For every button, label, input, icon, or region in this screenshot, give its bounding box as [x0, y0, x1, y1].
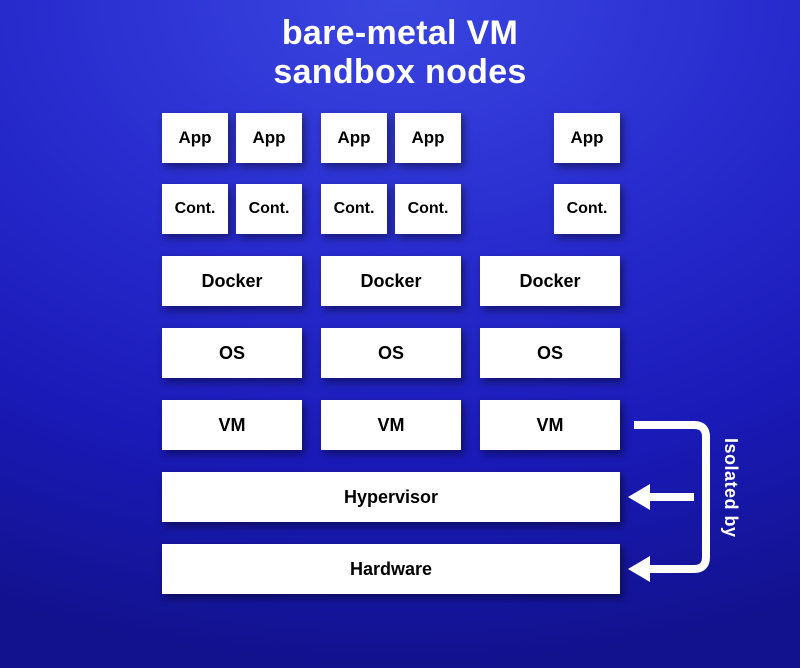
container-label: Cont. — [334, 200, 375, 218]
os-box-1: OS — [162, 328, 302, 378]
hardware-label: Hardware — [350, 559, 432, 580]
app-label: App — [337, 128, 370, 148]
vm-label: VM — [219, 415, 246, 436]
vm-label: VM — [537, 415, 564, 436]
os-label: OS — [219, 343, 245, 364]
container-label: Cont. — [175, 200, 216, 218]
container-box-3: Cont. — [321, 184, 387, 234]
vm-label: VM — [378, 415, 405, 436]
app-box-3: App — [321, 113, 387, 163]
title-line-2: sandbox nodes — [273, 53, 526, 91]
app-label: App — [411, 128, 444, 148]
hypervisor-box: Hypervisor — [162, 472, 620, 522]
app-label: App — [252, 128, 285, 148]
app-box-2: App — [236, 113, 302, 163]
isolated-by-label: Isolated by — [720, 438, 741, 538]
diagram-canvas: bare-metal VM sandbox nodes App App App … — [0, 0, 800, 668]
title-line-1: bare-metal VM — [282, 14, 518, 52]
os-box-2: OS — [321, 328, 461, 378]
container-label: Cont. — [408, 200, 449, 218]
docker-box-1: Docker — [162, 256, 302, 306]
os-label: OS — [378, 343, 404, 364]
docker-label: Docker — [201, 271, 262, 292]
vm-box-2: VM — [321, 400, 461, 450]
container-box-4: Cont. — [395, 184, 461, 234]
app-label: App — [570, 128, 603, 148]
diagram-title: bare-metal VM sandbox nodes — [0, 14, 800, 92]
app-box-1: App — [162, 113, 228, 163]
os-label: OS — [537, 343, 563, 364]
docker-box-2: Docker — [321, 256, 461, 306]
hardware-box: Hardware — [162, 544, 620, 594]
app-label: App — [178, 128, 211, 148]
hypervisor-label: Hypervisor — [344, 487, 438, 508]
container-box-1: Cont. — [162, 184, 228, 234]
vm-box-1: VM — [162, 400, 302, 450]
app-box-5: App — [554, 113, 620, 163]
docker-label: Docker — [519, 271, 580, 292]
container-box-5: Cont. — [554, 184, 620, 234]
os-box-3: OS — [480, 328, 620, 378]
docker-box-3: Docker — [480, 256, 620, 306]
container-label: Cont. — [567, 200, 608, 218]
vm-box-3: VM — [480, 400, 620, 450]
app-box-4: App — [395, 113, 461, 163]
container-label: Cont. — [249, 200, 290, 218]
container-box-2: Cont. — [236, 184, 302, 234]
docker-label: Docker — [360, 271, 421, 292]
